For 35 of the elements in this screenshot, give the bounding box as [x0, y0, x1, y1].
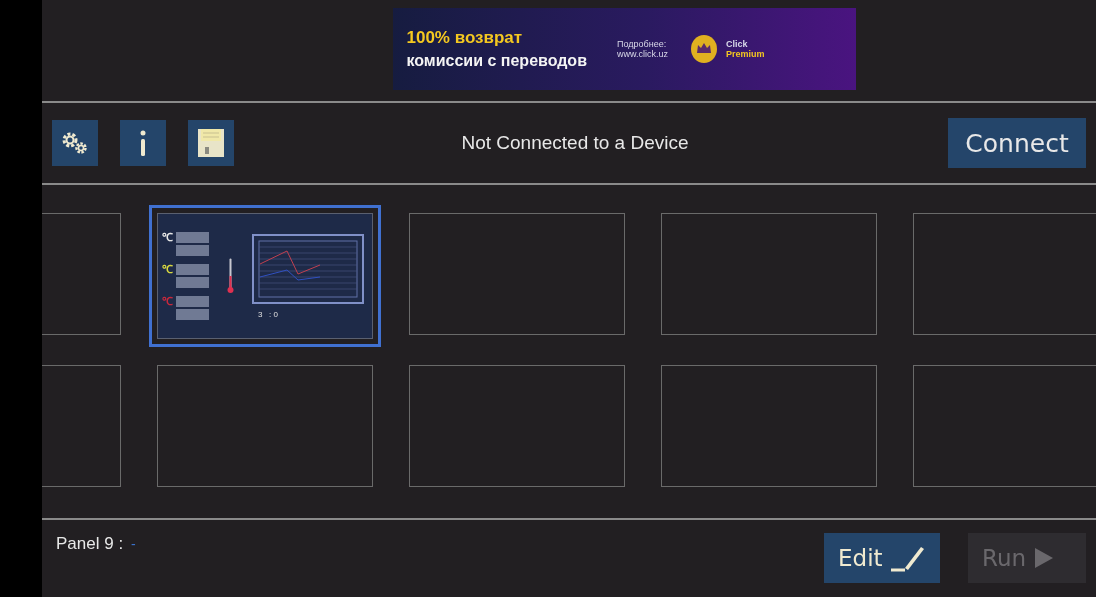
value-field-pair	[176, 296, 209, 320]
empty-panel[interactable]	[661, 365, 877, 487]
empty-panel[interactable]	[913, 213, 1096, 335]
crown-coin-icon	[690, 34, 718, 64]
empty-panel[interactable]	[157, 365, 373, 487]
ad-banner[interactable]: 100% возврат комиссии с переводов Подробнее: www.click.uz Click Premium	[392, 8, 856, 90]
ad-subline: комиссии с переводов	[406, 52, 587, 70]
ad-more-label: Подробнее:	[617, 39, 668, 49]
empty-panel[interactable]	[913, 365, 1096, 487]
empty-panel[interactable]	[409, 365, 625, 487]
save-button[interactable]	[188, 120, 234, 166]
play-icon	[1034, 547, 1055, 569]
edit-button[interactable]: Edit	[824, 533, 940, 583]
value-field-pair	[176, 232, 209, 256]
ad-url: www.click.uz	[617, 49, 668, 59]
unit-label: ℃	[162, 296, 173, 309]
settings-button[interactable]	[52, 120, 98, 166]
unit-label: ℃	[162, 232, 173, 245]
ad-brand-subtitle: Premium	[726, 49, 765, 59]
gears-icon	[60, 130, 90, 156]
ad-headline: 100% возврат	[406, 28, 524, 48]
value-field-pair	[176, 264, 209, 288]
time-reading: 3 : 0	[258, 309, 278, 319]
panel-label: Panel 9 :	[56, 534, 124, 554]
connect-button[interactable]: Connect	[948, 118, 1086, 168]
info-icon	[138, 129, 148, 157]
panel-value: -	[131, 536, 136, 552]
ad-brand-name: Click	[726, 39, 749, 49]
connection-status: Not Connected to a Device	[460, 132, 690, 154]
unit-label: ℃	[162, 264, 173, 277]
pencil-icon	[890, 544, 925, 572]
panel-thumbnail[interactable]: ℃ ℃ ℃ 3 : 0	[149, 205, 381, 347]
empty-panel[interactable]	[409, 213, 625, 335]
empty-panel[interactable]	[661, 213, 877, 335]
info-button[interactable]	[120, 120, 166, 166]
